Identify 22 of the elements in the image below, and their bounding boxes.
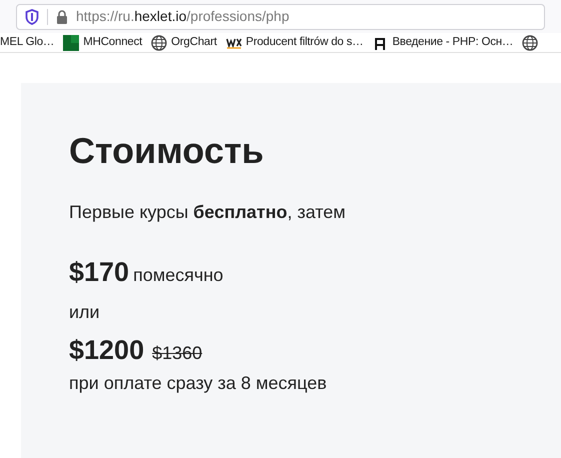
bookmark[interactable]: [522, 34, 538, 50]
intro-text: Первые курсы бесплатно, затем: [69, 201, 347, 224]
bookmark[interactable]: MHConnect: [63, 34, 142, 52]
address-text: https://ru.hexlet.io/professions/php: [76, 7, 290, 26]
pricing-title: Стоимость: [69, 133, 265, 169]
globe-icon: [151, 34, 168, 50]
bookmark[interactable]: Введение - PHP: Осн…: [372, 34, 514, 52]
lock-icon[interactable]: [56, 10, 68, 24]
address-field[interactable]: https://ru.hexlet.io/professions/php: [16, 4, 545, 30]
bookmark[interactable]: OrgChart: [151, 34, 217, 52]
old-price: $1360: [152, 342, 202, 364]
bookmark[interactable]: MEL Glo…: [0, 34, 54, 52]
wix-icon: [226, 36, 242, 48]
globe-icon: [522, 34, 538, 50]
shield-icon[interactable]: [25, 8, 39, 24]
tile-icon: [63, 34, 80, 50]
full-price-note: при оплате сразу за 8 месяцев: [69, 372, 328, 395]
full-price: $1200: [69, 334, 144, 366]
or-text: или: [69, 300, 101, 324]
monthly-price: $170: [69, 256, 130, 289]
monthly-note: помесячно: [133, 264, 224, 287]
bookmark[interactable]: Producent filtrów do s…: [226, 34, 364, 52]
